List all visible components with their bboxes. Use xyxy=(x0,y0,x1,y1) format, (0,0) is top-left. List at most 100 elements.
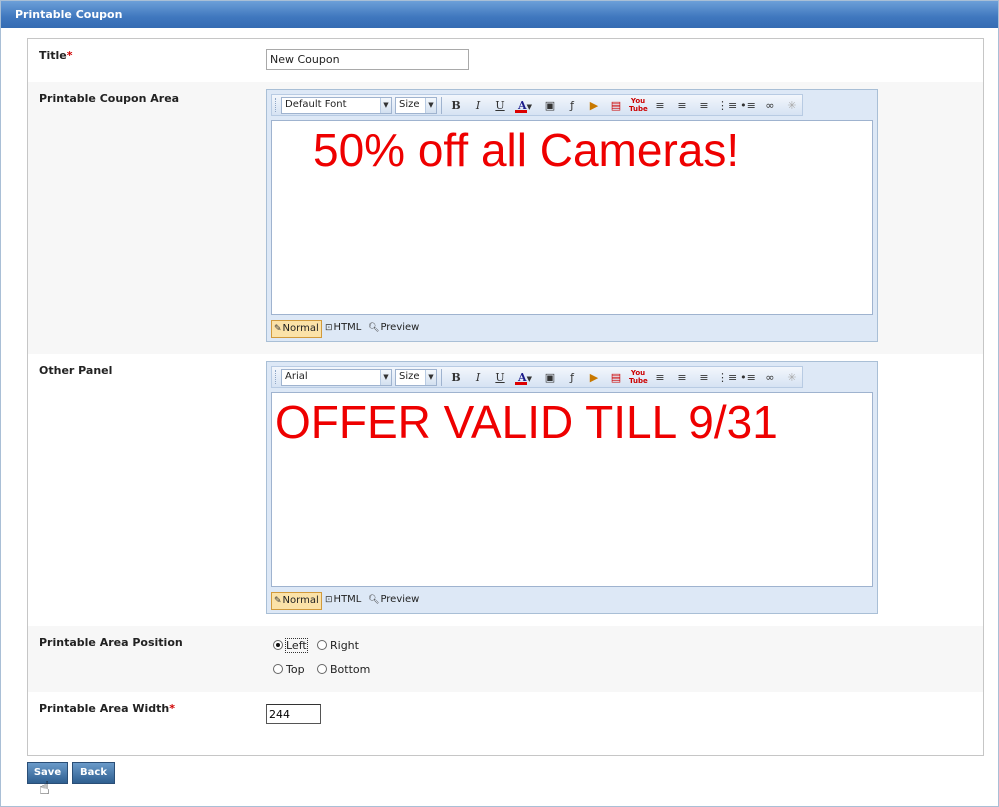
radio-bottom[interactable]: Bottom xyxy=(317,663,370,676)
youtube-icon[interactable]: You Tube xyxy=(629,369,648,386)
youtube-icon[interactable]: You Tube xyxy=(629,97,648,114)
position-row: Printable Area Position Left Right Top B… xyxy=(28,626,983,692)
font-select-value: Default Font xyxy=(285,99,347,110)
tab-html[interactable]: ⊡HTML xyxy=(323,592,363,610)
unlink-icon[interactable]: ✳ xyxy=(783,369,801,386)
size-select[interactable]: Size ▼ xyxy=(395,97,437,114)
unordered-list-icon[interactable]: •≡ xyxy=(739,369,757,386)
bold-icon[interactable]: B xyxy=(447,97,465,114)
tab-preview-label: Preview xyxy=(380,322,420,333)
width-input[interactable] xyxy=(266,704,321,724)
unordered-list-icon[interactable]: •≡ xyxy=(739,97,757,114)
align-right-icon[interactable]: ≡ xyxy=(695,369,713,386)
tab-html[interactable]: ⊡HTML xyxy=(323,320,363,338)
required-mark: * xyxy=(169,702,175,715)
media-icon[interactable]: ▶ xyxy=(585,97,603,114)
flash-icon[interactable]: ƒ xyxy=(563,97,581,114)
page-title: Printable Coupon xyxy=(15,8,123,21)
other-panel-editor: Arial ▼ Size ▼ B I U A▼ ▣ ƒ ▶ ▤ You Tube… xyxy=(266,361,878,614)
coupon-content: 50% off all Cameras! xyxy=(313,124,740,176)
radio-button[interactable] xyxy=(273,664,283,674)
html-mode-icon: ⊡ xyxy=(325,323,333,333)
toolbar-separator xyxy=(441,369,442,386)
tab-preview-label: Preview xyxy=(380,594,420,605)
editor-mode-bar: ✎Normal ⊡HTML 🔍︎Preview xyxy=(271,320,571,338)
size-select-value: Size xyxy=(399,99,420,110)
font-color-icon[interactable]: A▼ xyxy=(512,369,538,386)
tab-normal[interactable]: ✎Normal xyxy=(271,592,322,610)
normal-mode-icon: ✎ xyxy=(274,324,282,334)
magnifier-icon: 🔍︎ xyxy=(368,323,380,333)
coupon-edit-area[interactable]: 50% off all Cameras! xyxy=(271,120,873,315)
align-left-icon[interactable]: ≡ xyxy=(651,97,669,114)
link-icon[interactable]: ∞ xyxy=(761,97,779,114)
underline-icon[interactable]: U xyxy=(491,369,509,386)
tab-normal[interactable]: ✎Normal xyxy=(271,320,322,338)
size-select[interactable]: Size ▼ xyxy=(395,369,437,386)
editor-mode-bar: ✎Normal ⊡HTML 🔍︎Preview xyxy=(271,592,571,610)
coupon-area-row: Printable Coupon Area Default Font ▼ Siz… xyxy=(28,82,983,354)
tab-preview[interactable]: 🔍︎Preview xyxy=(366,320,421,338)
chevron-down-icon: ▼ xyxy=(380,370,391,385)
coupon-area-editor: Default Font ▼ Size ▼ B I U A▼ ▣ ƒ ▶ ▤ Y… xyxy=(266,89,878,342)
width-label: Printable Area Width* xyxy=(39,702,175,715)
toolbar-grip[interactable] xyxy=(275,98,277,112)
media-icon[interactable]: ▶ xyxy=(585,369,603,386)
bold-icon[interactable]: B xyxy=(447,369,465,386)
panel-header: Printable Coupon xyxy=(1,1,998,28)
ordered-list-icon[interactable]: ⋮≡ xyxy=(717,97,737,114)
tab-html-label: HTML xyxy=(333,594,362,605)
image-icon[interactable]: ▣ xyxy=(541,97,559,114)
image-icon[interactable]: ▣ xyxy=(541,369,559,386)
link-icon[interactable]: ∞ xyxy=(761,369,779,386)
normal-mode-icon: ✎ xyxy=(274,596,282,606)
italic-icon[interactable]: I xyxy=(469,97,487,114)
size-select-value: Size xyxy=(399,371,420,382)
radio-button[interactable] xyxy=(317,664,327,674)
magnifier-icon: 🔍︎ xyxy=(368,595,380,605)
underline-icon[interactable]: U xyxy=(491,97,509,114)
align-left-icon[interactable]: ≡ xyxy=(651,369,669,386)
italic-icon[interactable]: I xyxy=(469,369,487,386)
other-panel-label: Other Panel xyxy=(39,364,113,377)
back-button[interactable]: Back xyxy=(72,762,115,784)
pdf-icon[interactable]: ▤ xyxy=(607,97,625,114)
chevron-down-icon: ▼ xyxy=(425,370,436,385)
radio-bottom-label: Bottom xyxy=(330,663,371,676)
hand-cursor-icon: ☝ xyxy=(39,778,50,799)
coupon-area-label: Printable Coupon Area xyxy=(39,92,180,105)
required-mark: * xyxy=(66,49,73,62)
toolbar-grip[interactable] xyxy=(275,370,277,384)
font-select[interactable]: Default Font ▼ xyxy=(281,97,392,114)
tab-normal-label: Normal xyxy=(282,595,319,606)
ordered-list-icon[interactable]: ⋮≡ xyxy=(717,369,737,386)
toolbar-separator xyxy=(441,97,442,114)
align-right-icon[interactable]: ≡ xyxy=(695,97,713,114)
radio-button-checked[interactable] xyxy=(273,640,283,650)
unlink-icon[interactable]: ✳ xyxy=(783,97,801,114)
radio-top[interactable]: Top xyxy=(273,663,305,676)
radio-top-label: Top xyxy=(286,663,305,676)
font-color-icon[interactable]: A▼ xyxy=(512,97,538,114)
radio-left[interactable]: Left xyxy=(273,638,308,653)
align-center-icon[interactable]: ≡ xyxy=(673,369,691,386)
title-input[interactable] xyxy=(266,49,469,70)
html-mode-icon: ⊡ xyxy=(325,595,333,605)
other-panel-content: OFFER VALID TILL 9/31 xyxy=(275,396,778,448)
tab-preview[interactable]: 🔍︎Preview xyxy=(366,592,421,610)
title-label: Title* xyxy=(39,49,73,62)
width-row: Printable Area Width* xyxy=(28,692,983,755)
font-select-value: Arial xyxy=(285,371,308,382)
other-panel-edit-area[interactable]: OFFER VALID TILL 9/31 xyxy=(271,392,873,587)
other-panel-row: Other Panel Arial ▼ Size ▼ B I U A▼ ▣ ƒ … xyxy=(28,354,983,626)
tab-html-label: HTML xyxy=(333,322,362,333)
tab-normal-label: Normal xyxy=(282,323,319,334)
coupon-form: Title* Printable Coupon Area Default Fon… xyxy=(27,38,984,756)
pdf-icon[interactable]: ▤ xyxy=(607,369,625,386)
align-center-icon[interactable]: ≡ xyxy=(673,97,691,114)
flash-icon[interactable]: ƒ xyxy=(563,369,581,386)
radio-right[interactable]: Right xyxy=(317,639,359,652)
radio-left-label: Left xyxy=(285,638,308,653)
font-select[interactable]: Arial ▼ xyxy=(281,369,392,386)
radio-button[interactable] xyxy=(317,640,327,650)
